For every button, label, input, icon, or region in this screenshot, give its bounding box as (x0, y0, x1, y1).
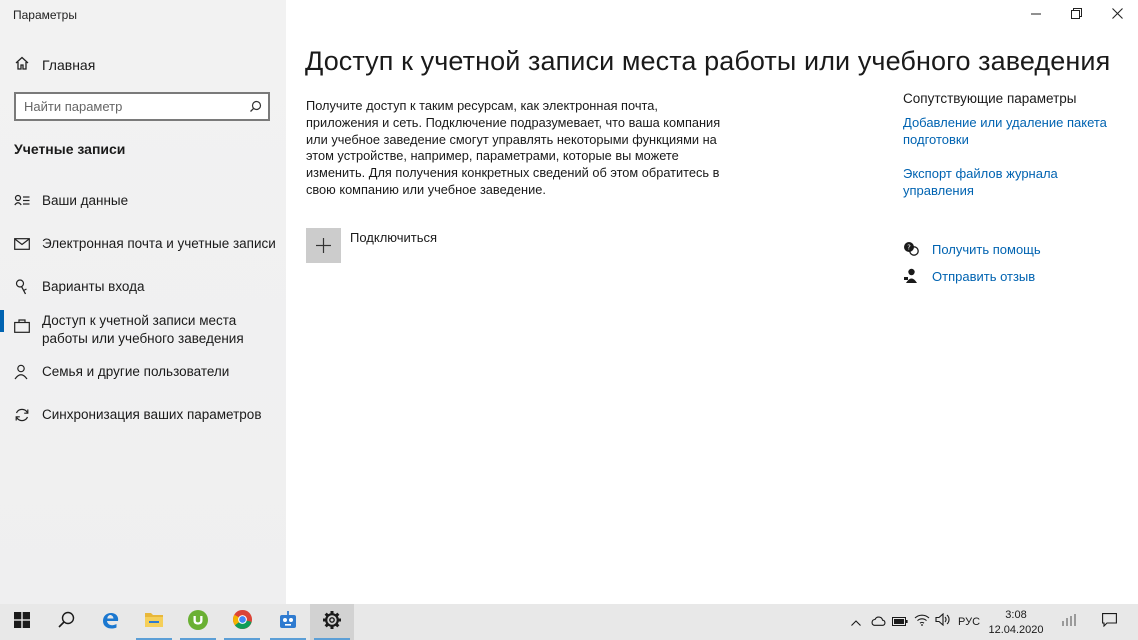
sidebar-item-label: Семья и другие пользователи (42, 364, 230, 379)
provisioning-package-link[interactable]: Добавление или удаление пакета подготовк… (903, 114, 1123, 148)
minimize-icon (1031, 6, 1041, 24)
notification-icon (1101, 612, 1117, 632)
sync-icon (13, 406, 31, 424)
start-icon (14, 611, 30, 633)
taskbar-settings-button[interactable] (310, 604, 354, 640)
connect-button[interactable]: Подключиться (306, 228, 437, 263)
clock-date: 12.04.2020 (988, 624, 1044, 636)
export-logs-link[interactable]: Экспорт файлов журнала управления (903, 165, 1123, 199)
chevron-up-icon (851, 613, 861, 631)
get-help-label: Получить помощь (932, 241, 1041, 257)
related-settings-title: Сопутствующие параметры (903, 91, 1077, 106)
search-icon[interactable] (242, 94, 268, 119)
taskbar-edge-button[interactable] (88, 604, 132, 640)
taskbar-utorrent-button[interactable] (176, 604, 220, 640)
svg-text:?: ? (907, 244, 911, 252)
feedback-icon (903, 268, 919, 284)
start-button[interactable] (0, 604, 44, 640)
send-feedback-label: Отправить отзыв (932, 268, 1036, 284)
window-title: Параметры (13, 8, 77, 22)
search-box[interactable] (14, 92, 270, 121)
battery-icon (892, 613, 908, 631)
people-icon (13, 363, 31, 381)
sidebar-item-label: Электронная почта и учетные записи (42, 236, 276, 251)
tray-overflow-button[interactable] (847, 604, 865, 640)
plus-icon (306, 228, 341, 263)
tray-volume-button[interactable] (933, 604, 953, 640)
tray-battery-button[interactable] (890, 604, 910, 640)
signal-bars-icon (1062, 613, 1078, 631)
chrome-icon (232, 609, 253, 635)
key-icon (13, 278, 31, 296)
cloud-icon (870, 613, 886, 631)
send-feedback-link[interactable]: Отправить отзыв (903, 268, 1035, 284)
section-title: Учетные записи (14, 141, 126, 157)
help-chat-icon: ? (903, 241, 919, 257)
language-indicator[interactable]: РУС (958, 616, 980, 628)
taskbar: РУС 3:08 12.04.2020 (0, 604, 1138, 640)
close-icon (1111, 6, 1123, 24)
taskbar-app-button[interactable] (266, 604, 310, 640)
get-help-link[interactable]: ? Получить помощь (903, 241, 1041, 257)
tray-widget-button[interactable] (1058, 604, 1082, 640)
taskbar-chrome-button[interactable] (220, 604, 264, 640)
briefcase-icon (13, 317, 31, 335)
connect-label: Подключиться (350, 230, 438, 245)
file-explorer-icon (144, 611, 164, 633)
app-icon (278, 610, 298, 635)
search-input[interactable] (16, 93, 242, 120)
home-label: Главная (42, 57, 96, 73)
mail-icon (13, 235, 31, 253)
taskbar-search-button[interactable] (44, 604, 88, 640)
taskbar-explorer-button[interactable] (132, 604, 176, 640)
utorrent-icon (187, 609, 209, 636)
home-nav-item[interactable]: Главная (14, 56, 95, 74)
active-indicator (0, 310, 4, 332)
sidebar-item-label: Варианты входа (42, 279, 145, 294)
close-button[interactable] (1094, 0, 1138, 30)
sidebar-item-label: Ваши данные (42, 193, 129, 208)
clock-time: 3:08 (1005, 609, 1027, 621)
restore-icon (1070, 6, 1082, 24)
restore-button[interactable] (1053, 0, 1099, 30)
tray-network-button[interactable] (912, 604, 932, 640)
sidebar-item-label: Доступ к учетной записи места работы или… (42, 313, 244, 346)
volume-icon (935, 612, 951, 631)
page-description: Получите доступ к таким ресурсам, как эл… (306, 98, 721, 197)
settings-icon (323, 610, 341, 634)
edge-icon (100, 610, 120, 635)
wifi-icon (914, 613, 930, 631)
clock[interactable]: 3:08 12.04.2020 (988, 608, 1044, 638)
tray-onedrive-button[interactable] (868, 604, 888, 640)
sidebar-item-label: Синхронизация ваших параметров (42, 407, 262, 422)
person-card-icon (13, 192, 31, 210)
sidebar: Параметры Главная Учетные записи Ваши да… (0, 0, 286, 604)
action-center-button[interactable] (1094, 604, 1124, 640)
page-title: Доступ к учетной записи места работы или… (305, 46, 1111, 76)
search-icon (57, 611, 75, 633)
home-icon (14, 55, 30, 76)
